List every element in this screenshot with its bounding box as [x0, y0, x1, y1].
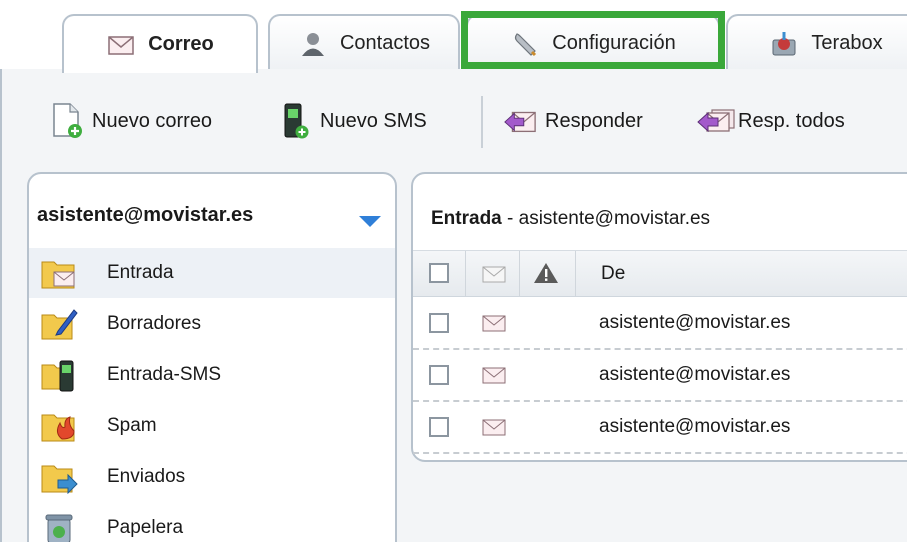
new-sms-button[interactable]: Nuevo SMS [278, 96, 427, 146]
new-document-icon [50, 101, 84, 141]
folder-enviados[interactable]: Enviados [29, 452, 395, 502]
new-mail-button[interactable]: Nuevo correo [50, 96, 212, 146]
from-column-header[interactable]: De [601, 263, 625, 285]
folder-label: Enviados [107, 466, 186, 487]
tab-label: Contactos [339, 32, 431, 54]
new-sms-label: Nuevo SMS [320, 109, 427, 132]
tab-label: Correo [148, 33, 214, 55]
drafts-folder-icon [39, 304, 79, 344]
reply-icon [503, 101, 537, 141]
message-list-pane: Entrada - asistente@movistar.es De asist… [411, 172, 907, 462]
wrench-icon [510, 29, 540, 59]
folder-pane: asistente@movistar.es Entrada Borradores… [27, 172, 397, 542]
folder-borradores[interactable]: Borradores [29, 299, 395, 349]
account-name: asistente@movistar.es [37, 204, 254, 226]
column-divider [465, 251, 466, 296]
account-dropdown-icon[interactable] [359, 216, 381, 227]
folder-label: Borradores [107, 313, 201, 334]
reply-label: Responder [545, 109, 643, 132]
message-list-header: De [413, 250, 907, 297]
toolbar-separator [481, 96, 483, 148]
reply-button[interactable]: Responder [503, 96, 643, 146]
message-checkbox[interactable] [429, 417, 449, 437]
folder-entrada[interactable]: Entrada [29, 248, 395, 298]
folder-label: Entrada [107, 262, 174, 283]
message-list-title: Entrada - asistente@movistar.es [431, 208, 710, 230]
message-from: asistente@movistar.es [599, 364, 791, 385]
reply-all-button[interactable]: Resp. todos [696, 96, 845, 146]
spam-folder-icon [39, 406, 79, 446]
tab-terabox[interactable]: Terabox [726, 14, 907, 71]
inbox-folder-icon [39, 253, 79, 293]
message-from: asistente@movistar.es [599, 312, 791, 333]
reply-all-label: Resp. todos [738, 109, 845, 132]
mail-icon [106, 30, 136, 60]
column-divider [519, 251, 520, 296]
tab-label: Terabox [811, 32, 883, 54]
tab-contactos[interactable]: Contactos [268, 14, 460, 71]
folder-spam[interactable]: Spam [29, 401, 395, 451]
main-tabs: Correo Contactos Configuración Terabox [0, 0, 907, 73]
message-row[interactable]: asistente@movistar.es [413, 350, 907, 402]
folder-papelera[interactable]: Papelera [29, 503, 395, 542]
message-from: asistente@movistar.es [599, 416, 791, 437]
tab-label: Configuración [552, 32, 676, 54]
sms-folder-icon [39, 355, 79, 395]
envelope-icon [481, 416, 507, 438]
select-all-checkbox[interactable] [429, 263, 449, 283]
folder-label: Spam [107, 415, 157, 436]
folder-label: Papelera [107, 517, 184, 538]
contacts-icon [298, 29, 328, 59]
tab-correo[interactable]: Correo [62, 14, 258, 73]
tab-configuracion[interactable]: Configuración [466, 14, 720, 71]
column-divider [575, 251, 576, 296]
read-status-column-icon[interactable] [481, 263, 507, 285]
message-checkbox[interactable] [429, 365, 449, 385]
warning-icon[interactable] [533, 261, 559, 283]
message-row[interactable]: asistente@movistar.es [413, 298, 907, 350]
message-checkbox[interactable] [429, 313, 449, 333]
account-suffix: - asistente@movistar.es [501, 208, 711, 229]
trash-icon [39, 508, 79, 542]
envelope-icon [481, 364, 507, 386]
new-mail-label: Nuevo correo [92, 109, 213, 132]
sent-folder-icon [39, 457, 79, 497]
folder-name: Entrada [431, 208, 502, 229]
message-row[interactable]: asistente@movistar.es [413, 402, 907, 454]
mobile-phone-icon [278, 101, 312, 141]
terabox-icon [769, 29, 799, 59]
folder-label: Entrada-SMS [107, 364, 222, 385]
envelope-icon [481, 312, 507, 334]
folder-entrada-sms[interactable]: Entrada-SMS [29, 350, 395, 400]
reply-all-icon [696, 101, 736, 141]
